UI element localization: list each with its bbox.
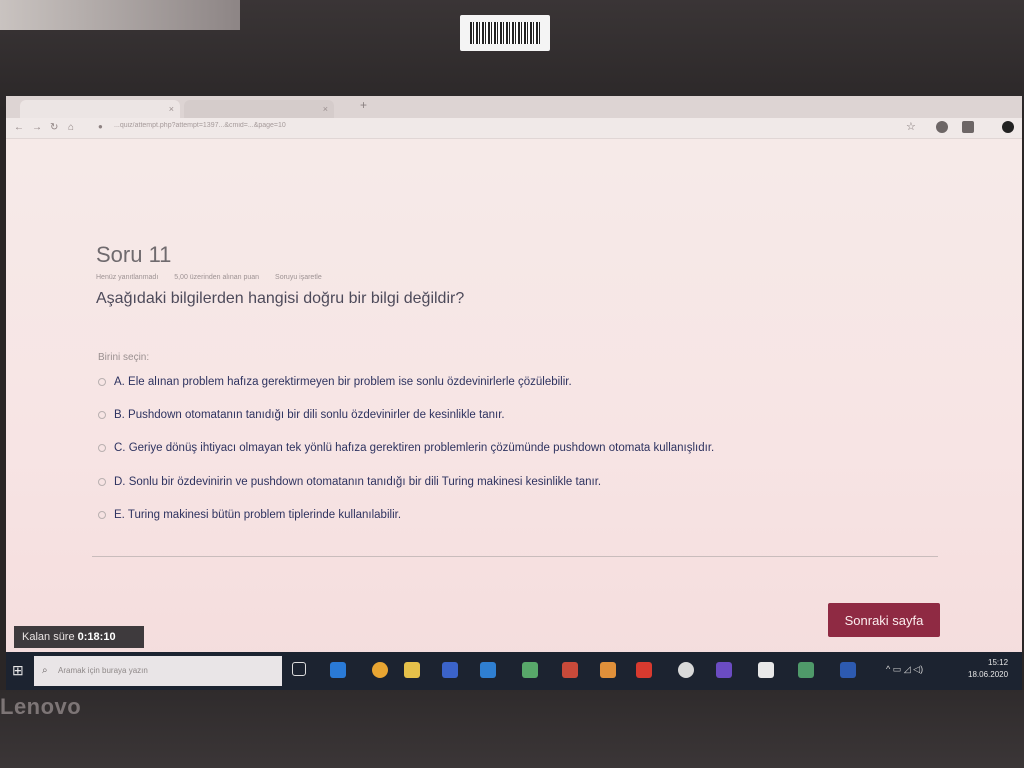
close-tab-icon[interactable]: × [323,100,328,118]
radio-button[interactable] [98,377,106,386]
next-page-button[interactable]: Sonraki sayfa [828,603,940,637]
address-bar: ← → ↻ ⌂ ● ...quiz/attempt.php?attempt=13… [6,118,1022,139]
back-icon[interactable]: ← [14,122,24,133]
app-icon[interactable] [562,662,578,678]
app-icon[interactable] [798,662,814,678]
answer-option-c[interactable]: C. Geriye dönüş ihtiyacı olmayan tek yön… [98,442,714,454]
browser-tab[interactable]: × [184,100,334,118]
mail-icon[interactable] [480,662,496,678]
answer-option-b[interactable]: B. Pushdown otomatanın tanıdığı bir dili… [98,409,505,421]
question-number: Soru 11 [96,242,172,267]
tab-strip: × × + – [6,96,1022,118]
url-field[interactable]: ...quiz/attempt.php?attempt=1397...&cmid… [114,122,894,134]
divider [92,556,938,557]
app-icon[interactable] [522,662,538,678]
app-icon[interactable] [636,662,652,678]
option-label: C. Geriye dönüş ihtiyacı olmayan tek yön… [114,442,715,454]
question-points: 5,00 üzerinden alınan puan [174,274,260,281]
flag-question-link[interactable]: Soruyu işaretle [275,274,322,281]
radio-button[interactable] [98,510,106,519]
time-remaining: Kalan süre 0:18:10 [14,626,144,648]
extension-icon[interactable] [962,121,974,133]
answer-option-a[interactable]: A. Ele alınan problem hafıza gerektirmey… [98,376,572,388]
question-text: Aşağıdaki bilgilerden hangisi doğru bir … [96,290,465,307]
option-label: E. Turing makinesi bütün problem tipleri… [114,509,402,521]
option-label: D. Sonlu bir özdevinirin ve pushdown oto… [114,476,602,488]
answer-option-e[interactable]: E. Turing makinesi bütün problem tipleri… [98,509,401,521]
radio-button[interactable] [98,410,106,419]
windows-start-icon[interactable]: ⊞ [12,662,24,679]
system-tray-icons[interactable]: ^ ▭ ◿ ◁) [886,664,923,675]
app-icon[interactable] [840,662,856,678]
visual-studio-icon[interactable] [716,662,732,678]
file-explorer-icon[interactable] [404,662,420,678]
search-placeholder: Aramak için buraya yazın [58,666,148,675]
radio-button[interactable] [98,443,106,452]
bookmark-star-icon[interactable]: ☆ [906,120,916,133]
task-view-icon[interactable] [292,662,306,676]
choose-label: Birini seçin: [98,352,150,363]
browser-tab-active[interactable]: × [20,100,180,118]
radio-button[interactable] [98,477,106,486]
store-icon[interactable] [442,662,458,678]
chrome-icon[interactable] [372,662,388,678]
new-tab-icon[interactable]: + [360,98,367,112]
window-minimize-icon[interactable]: – [1000,96,1006,101]
question-meta: Henüz yanıtlanmadı 5,00 üzerinden alınan… [96,274,336,281]
timer-label: Kalan süre [22,631,75,643]
clock-time: 15:12 [988,658,1009,667]
profile-avatar[interactable] [1002,121,1014,133]
taskbar-search[interactable]: ⌕ Aramak için buraya yazın [34,656,282,686]
search-icon: ⌕ [42,665,48,676]
background-wall [0,0,240,30]
monitor-bezel-bottom [0,690,1024,768]
answer-option-d[interactable]: D. Sonlu bir özdevinirin ve pushdown oto… [98,476,601,488]
app-icon[interactable] [678,662,694,678]
edge-browser-icon[interactable] [330,662,346,678]
option-label: B. Pushdown otomatanın tanıdığı bir dili… [114,409,505,421]
home-icon[interactable]: ⌂ [68,122,74,133]
taskbar-clock[interactable]: 15:12 18.06.2020 [968,657,1008,681]
extension-icon[interactable] [936,121,948,133]
clock-date: 18.06.2020 [968,670,1009,679]
screen: × × + – ← → ↻ ⌂ ● ...quiz/attempt.php?at… [6,96,1022,690]
barcode-sticker [460,15,550,51]
app-icon[interactable] [758,662,774,678]
question-status: Henüz yanıtlanmadı [96,274,159,281]
timer-value: 0:18:10 [77,631,116,643]
forward-icon[interactable]: → [32,122,42,133]
app-icon[interactable] [600,662,616,678]
lock-icon: ● [98,122,103,131]
option-label: A. Ele alınan problem hafıza gerektirmey… [114,376,572,388]
taskbar: ⊞ ⌕ Aramak için buraya yazın ^ ▭ ◿ ◁) 15… [6,652,1022,690]
close-tab-icon[interactable]: × [169,100,174,118]
laptop-brand-logo: Lenovo [0,694,82,719]
reload-icon[interactable]: ↻ [50,122,58,133]
